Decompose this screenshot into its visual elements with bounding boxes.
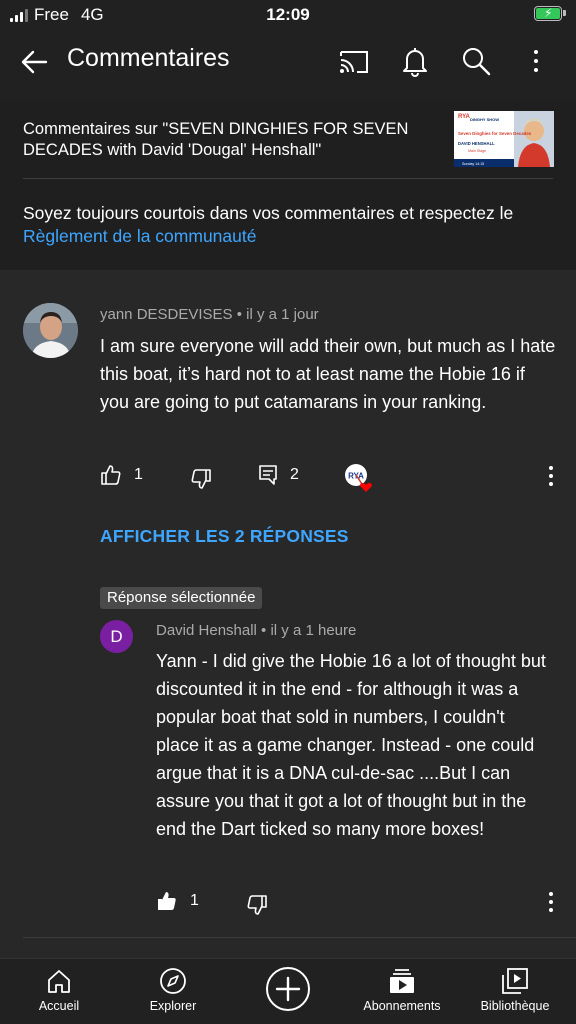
reply-avatar[interactable]: D — [100, 620, 133, 653]
search-icon[interactable] — [459, 44, 493, 78]
guidelines-link[interactable]: Règlement de la communauté — [23, 226, 256, 246]
thumb-show: DINGHY SHOW — [470, 117, 499, 122]
library-icon — [502, 968, 528, 994]
reply-text: Yann - I did give the Hobie 16 a lot of … — [156, 651, 546, 839]
nav-explore[interactable]: Explorer — [118, 967, 228, 1013]
comment-header: yann DESDEVISES • il y a 1 jour — [100, 306, 319, 323]
guidelines-text: Soyez toujours courtois dans vos comment… — [23, 203, 514, 223]
avatar[interactable] — [23, 303, 78, 358]
thumb-day: Sunday 14:15 — [462, 162, 484, 166]
nav-subscriptions[interactable]: Abonnements — [347, 967, 457, 1013]
video-thumbnail[interactable]: RYA DINGHY SHOW Seven Dinghies for Seven… — [454, 111, 554, 167]
subscriptions-icon — [390, 969, 414, 993]
community-guidelines-notice: Soyez toujours courtois dans vos comment… — [23, 202, 563, 248]
thumb-up-icon — [101, 465, 121, 485]
show-replies-button[interactable]: AFFICHER LES 2 RÉPONSES — [100, 526, 349, 547]
app-bar: Commentaires — [0, 30, 576, 100]
divider — [23, 178, 553, 179]
thumb-stage: Main Stage — [468, 149, 486, 153]
bottom-nav: Accueil Explorer Abonnements Bibliothèqu… — [0, 958, 576, 1024]
more-options-icon[interactable] — [526, 48, 546, 74]
bell-icon[interactable] — [398, 44, 432, 78]
comment-author[interactable]: yann DESDEVISES — [100, 306, 233, 323]
cast-icon[interactable] — [337, 44, 371, 78]
nav-label: Abonnements — [363, 999, 441, 1013]
back-arrow-icon[interactable] — [18, 46, 50, 78]
divider — [23, 937, 576, 938]
nav-label: Explorer — [149, 999, 197, 1013]
reply-button[interactable]: 2 — [258, 464, 299, 486]
reply-header: David Henshall • il y a 1 heure — [156, 622, 356, 639]
thumb-speaker: DAVID HENSHALL — [458, 141, 495, 146]
thumb-up-filled-icon — [158, 892, 176, 910]
video-caption: Commentaires sur "SEVEN DINGHIES FOR SEV… — [23, 120, 409, 159]
thumb-title: Seven Dinghies for Seven Decades — [458, 131, 532, 136]
clock: 12:09 — [266, 5, 310, 24]
status-bar: Free 4G 12:09 ⚡ — [0, 0, 576, 30]
comment-icon — [259, 465, 277, 485]
nav-label: Bibliothèque — [480, 999, 550, 1013]
reply-more-icon[interactable] — [541, 890, 561, 914]
comment-text: I am sure everyone will add their own, b… — [100, 336, 556, 412]
reply-thumb-down-icon[interactable] — [246, 894, 268, 916]
reply-time: • il y a 1 heure — [256, 622, 357, 639]
creator-heart-badge: RYA — [344, 463, 372, 492]
nav-label: Accueil — [38, 999, 80, 1013]
reply-author[interactable]: David Henshall — [156, 622, 257, 639]
nav-library[interactable]: Bibliothèque — [460, 967, 570, 1013]
battery-icon: ⚡ — [534, 6, 562, 21]
compass-icon — [160, 968, 186, 994]
thumb-down-icon[interactable] — [190, 468, 212, 490]
battery-tip — [563, 10, 566, 16]
thumb-brand: RYA — [458, 114, 471, 120]
create-plus-icon — [266, 967, 310, 1011]
nav-create[interactable] — [233, 965, 343, 1013]
comment-more-icon[interactable] — [541, 464, 561, 488]
like-button[interactable]: 1 — [100, 464, 143, 486]
like-count: 1 — [134, 466, 143, 483]
nav-home[interactable]: Accueil — [4, 967, 114, 1013]
home-icon — [48, 970, 70, 993]
selected-reply-badge: Réponse sélectionnée — [100, 587, 263, 609]
video-header: Commentaires sur "SEVEN DINGHIES FOR SEV… — [0, 100, 576, 270]
reply-like-count: 1 — [190, 892, 199, 909]
comment-time: • il y a 1 jour — [232, 306, 319, 323]
reply-like-button[interactable]: 1 — [156, 890, 199, 912]
page-title: Commentaires — [67, 44, 230, 72]
reply-count: 2 — [290, 466, 299, 483]
